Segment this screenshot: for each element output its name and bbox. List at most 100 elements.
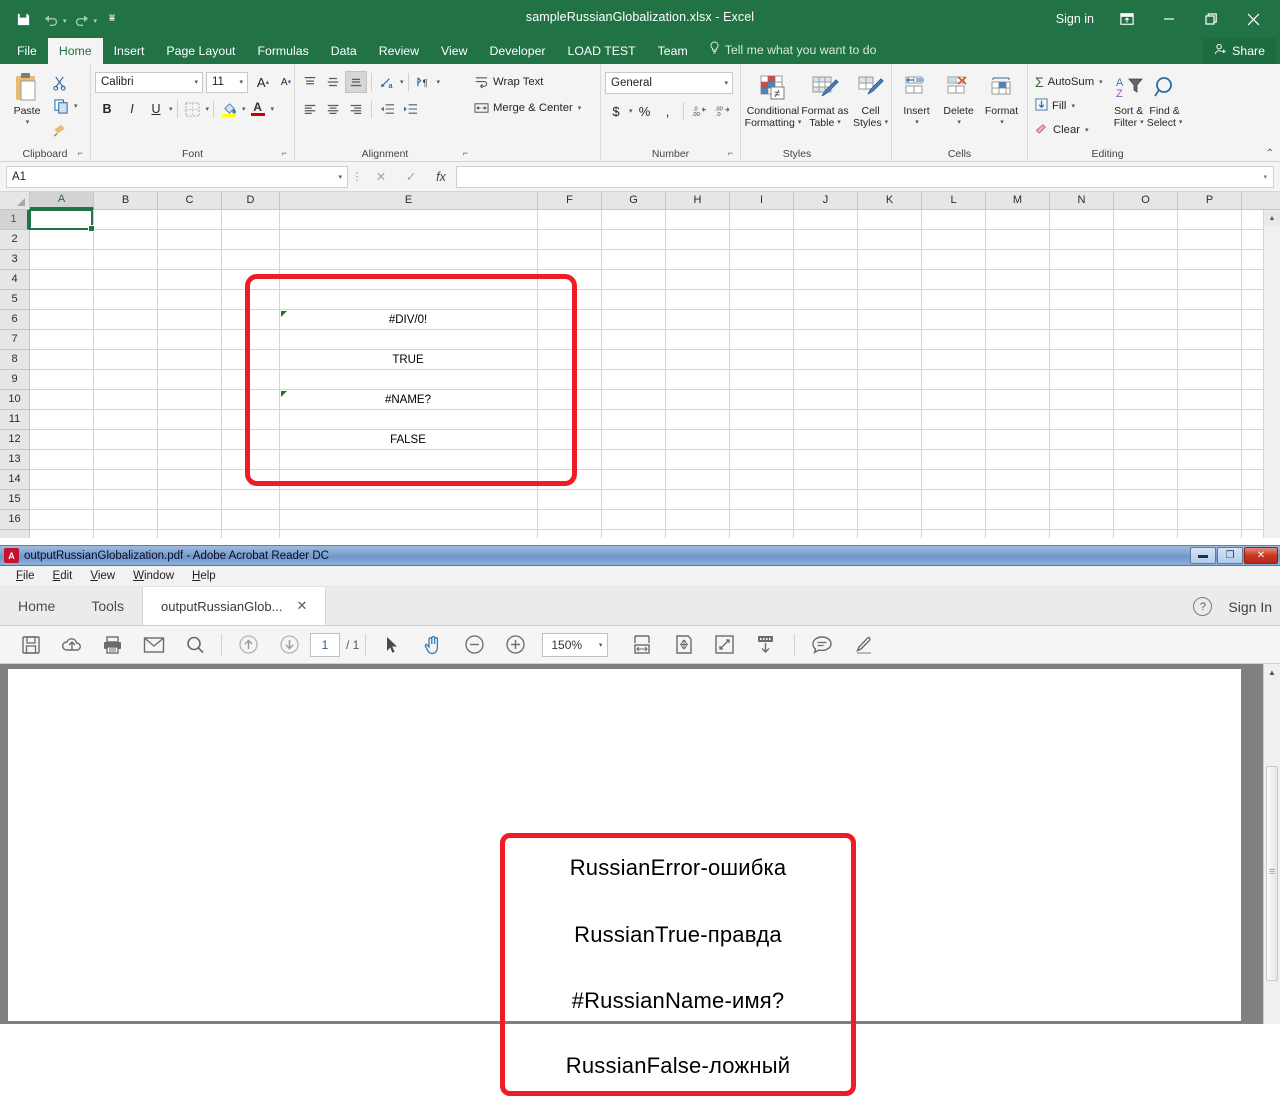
find-select-dropdown-icon[interactable]: ▾ [1178, 117, 1183, 129]
cut-icon[interactable] [50, 72, 78, 94]
tab-data[interactable]: Data [320, 38, 368, 64]
select-all-corner[interactable] [0, 192, 30, 209]
scroll-up-icon[interactable]: ▲ [1264, 210, 1280, 226]
save-icon[interactable] [10, 630, 51, 660]
fill-button[interactable]: Fill ▾ [1032, 95, 1111, 117]
pdf-vertical-scrollbar[interactable]: ▲ [1263, 664, 1280, 1024]
row-header-12[interactable]: 12 [0, 430, 29, 450]
grow-font-icon[interactable]: A▴ [252, 71, 274, 93]
delete-cells-button[interactable]: Delete ▾ [937, 69, 980, 129]
row-header-4[interactable]: 4 [0, 270, 29, 290]
tab-developer[interactable]: Developer [478, 38, 556, 64]
restore-icon[interactable]: ❐ [1217, 547, 1243, 564]
print-icon[interactable] [92, 630, 133, 660]
comment-icon[interactable] [801, 630, 842, 660]
borders-icon[interactable] [182, 98, 204, 120]
copy-icon[interactable] [50, 95, 72, 117]
column-header-f[interactable]: F [538, 192, 602, 209]
cell-styles-button[interactable]: Cell Styles ▾ [853, 69, 888, 129]
row-header-2[interactable]: 2 [0, 230, 29, 250]
column-header-b[interactable]: B [94, 192, 158, 209]
excel-vertical-scrollbar[interactable]: ▲ [1263, 210, 1280, 538]
next-page-icon[interactable] [269, 630, 310, 660]
wrap-text-button[interactable]: Wrap Text [471, 71, 546, 93]
fill-color-dropdown-icon[interactable]: ▾ [241, 105, 246, 113]
tab-load-test[interactable]: LOAD TEST [557, 38, 647, 64]
bold-icon[interactable]: B [95, 98, 119, 120]
clear-dropdown-icon[interactable]: ▾ [1084, 126, 1089, 134]
tab-formulas[interactable]: Formulas [246, 38, 319, 64]
number-format-dropdown-icon[interactable]: ▾ [723, 79, 728, 87]
increase-decimal-icon[interactable]: .0.00 [688, 100, 710, 122]
help-icon[interactable]: ? [1193, 597, 1212, 616]
font-color-dropdown-icon[interactable]: ▾ [270, 105, 275, 113]
zoom-out-icon[interactable] [454, 630, 495, 660]
close-icon[interactable] [1232, 4, 1274, 34]
find-select-button[interactable]: Find & Select ▾ [1146, 69, 1183, 129]
column-header-g[interactable]: G [602, 192, 666, 209]
clipboard-dialog-launcher-icon[interactable]: ⌐ [78, 146, 83, 161]
tab-insert[interactable]: Insert [103, 38, 156, 64]
enter-icon[interactable]: ✓ [396, 166, 426, 188]
font-dialog-launcher-icon[interactable]: ⌐ [282, 146, 287, 161]
clear-button[interactable]: Clear ▾ [1032, 119, 1111, 141]
font-size-dropdown-icon[interactable]: ▾ [238, 78, 243, 86]
name-box-dropdown-icon[interactable]: ▾ [337, 173, 342, 181]
pdf-scroll-up-icon[interactable]: ▲ [1264, 664, 1280, 680]
number-dialog-launcher-icon[interactable]: ⌐ [728, 146, 733, 161]
paste-dropdown-icon[interactable]: ▾ [25, 117, 30, 129]
fit-width-icon[interactable] [622, 630, 663, 660]
column-header-l[interactable]: L [922, 192, 986, 209]
share-button[interactable]: Share [1203, 38, 1276, 64]
hand-tool-icon[interactable] [413, 630, 454, 660]
row-header-5[interactable]: 5 [0, 290, 29, 310]
column-header-i[interactable]: I [730, 192, 794, 209]
format-cells-button[interactable]: Format ▾ [980, 69, 1023, 129]
format-as-table-dropdown-icon[interactable]: ▾ [836, 117, 841, 129]
align-right-icon[interactable] [345, 98, 367, 120]
paste-button[interactable]: Paste ▾ [4, 69, 50, 129]
column-header-e[interactable]: E [280, 192, 538, 209]
menu-file[interactable]: File [8, 568, 43, 584]
tab-page-layout[interactable]: Page Layout [155, 38, 246, 64]
formula-bar-expand-icon[interactable]: ▾ [1262, 173, 1267, 181]
font-color-icon[interactable]: A [247, 98, 269, 120]
row-header-15[interactable]: 15 [0, 490, 29, 510]
align-center-icon[interactable] [322, 98, 344, 120]
fullscreen-icon[interactable] [704, 630, 745, 660]
align-bottom-icon[interactable] [345, 71, 367, 93]
restore-icon[interactable] [1190, 4, 1232, 34]
column-header-k[interactable]: K [858, 192, 922, 209]
formula-input[interactable]: ▾ [456, 166, 1274, 188]
close-icon[interactable]: ✕ [1244, 547, 1278, 564]
column-header-j[interactable]: J [794, 192, 858, 209]
zoom-dropdown-icon[interactable]: ▾ [599, 641, 603, 649]
close-tab-icon[interactable]: ✕ [296, 598, 307, 614]
cancel-icon[interactable]: ✕ [366, 166, 396, 188]
italic-icon[interactable]: I [120, 98, 144, 120]
highlight-icon[interactable] [842, 630, 883, 660]
number-format-combo[interactable]: General ▾ [605, 72, 733, 94]
text-direction-icon[interactable]: ¶ [413, 71, 435, 93]
tab-document[interactable]: outputRussianGlob... ✕ [142, 587, 326, 625]
tab-tools[interactable]: Tools [73, 587, 142, 625]
tell-me-box[interactable]: Tell me what you want to do [699, 36, 887, 64]
tab-home[interactable]: Home [48, 38, 103, 64]
insert-cells-button[interactable]: Insert ▾ [896, 69, 937, 129]
grid-cells[interactable]: #DIV/0! TRUE #NAME? FALSE [30, 210, 1280, 538]
upload-cloud-icon[interactable] [51, 630, 92, 660]
tab-home[interactable]: Home [0, 587, 73, 625]
row-header-3[interactable]: 3 [0, 250, 29, 270]
row-header-10[interactable]: 10 [0, 390, 29, 410]
zoom-level-combo[interactable]: 150% ▾ [542, 633, 608, 657]
format-cells-dropdown-icon[interactable]: ▾ [999, 117, 1004, 129]
autosum-dropdown-icon[interactable]: ▾ [1098, 78, 1103, 86]
text-direction-dropdown-icon[interactable]: ▾ [436, 78, 441, 86]
percent-style-icon[interactable]: % [634, 100, 656, 122]
comma-style-icon[interactable]: , [657, 100, 679, 122]
fit-page-icon[interactable] [663, 630, 704, 660]
menu-view[interactable]: View [82, 568, 123, 584]
borders-dropdown-icon[interactable]: ▾ [205, 105, 210, 113]
font-name-dropdown-icon[interactable]: ▾ [193, 78, 198, 86]
acrobat-sign-in-button[interactable]: Sign In [1228, 599, 1272, 615]
